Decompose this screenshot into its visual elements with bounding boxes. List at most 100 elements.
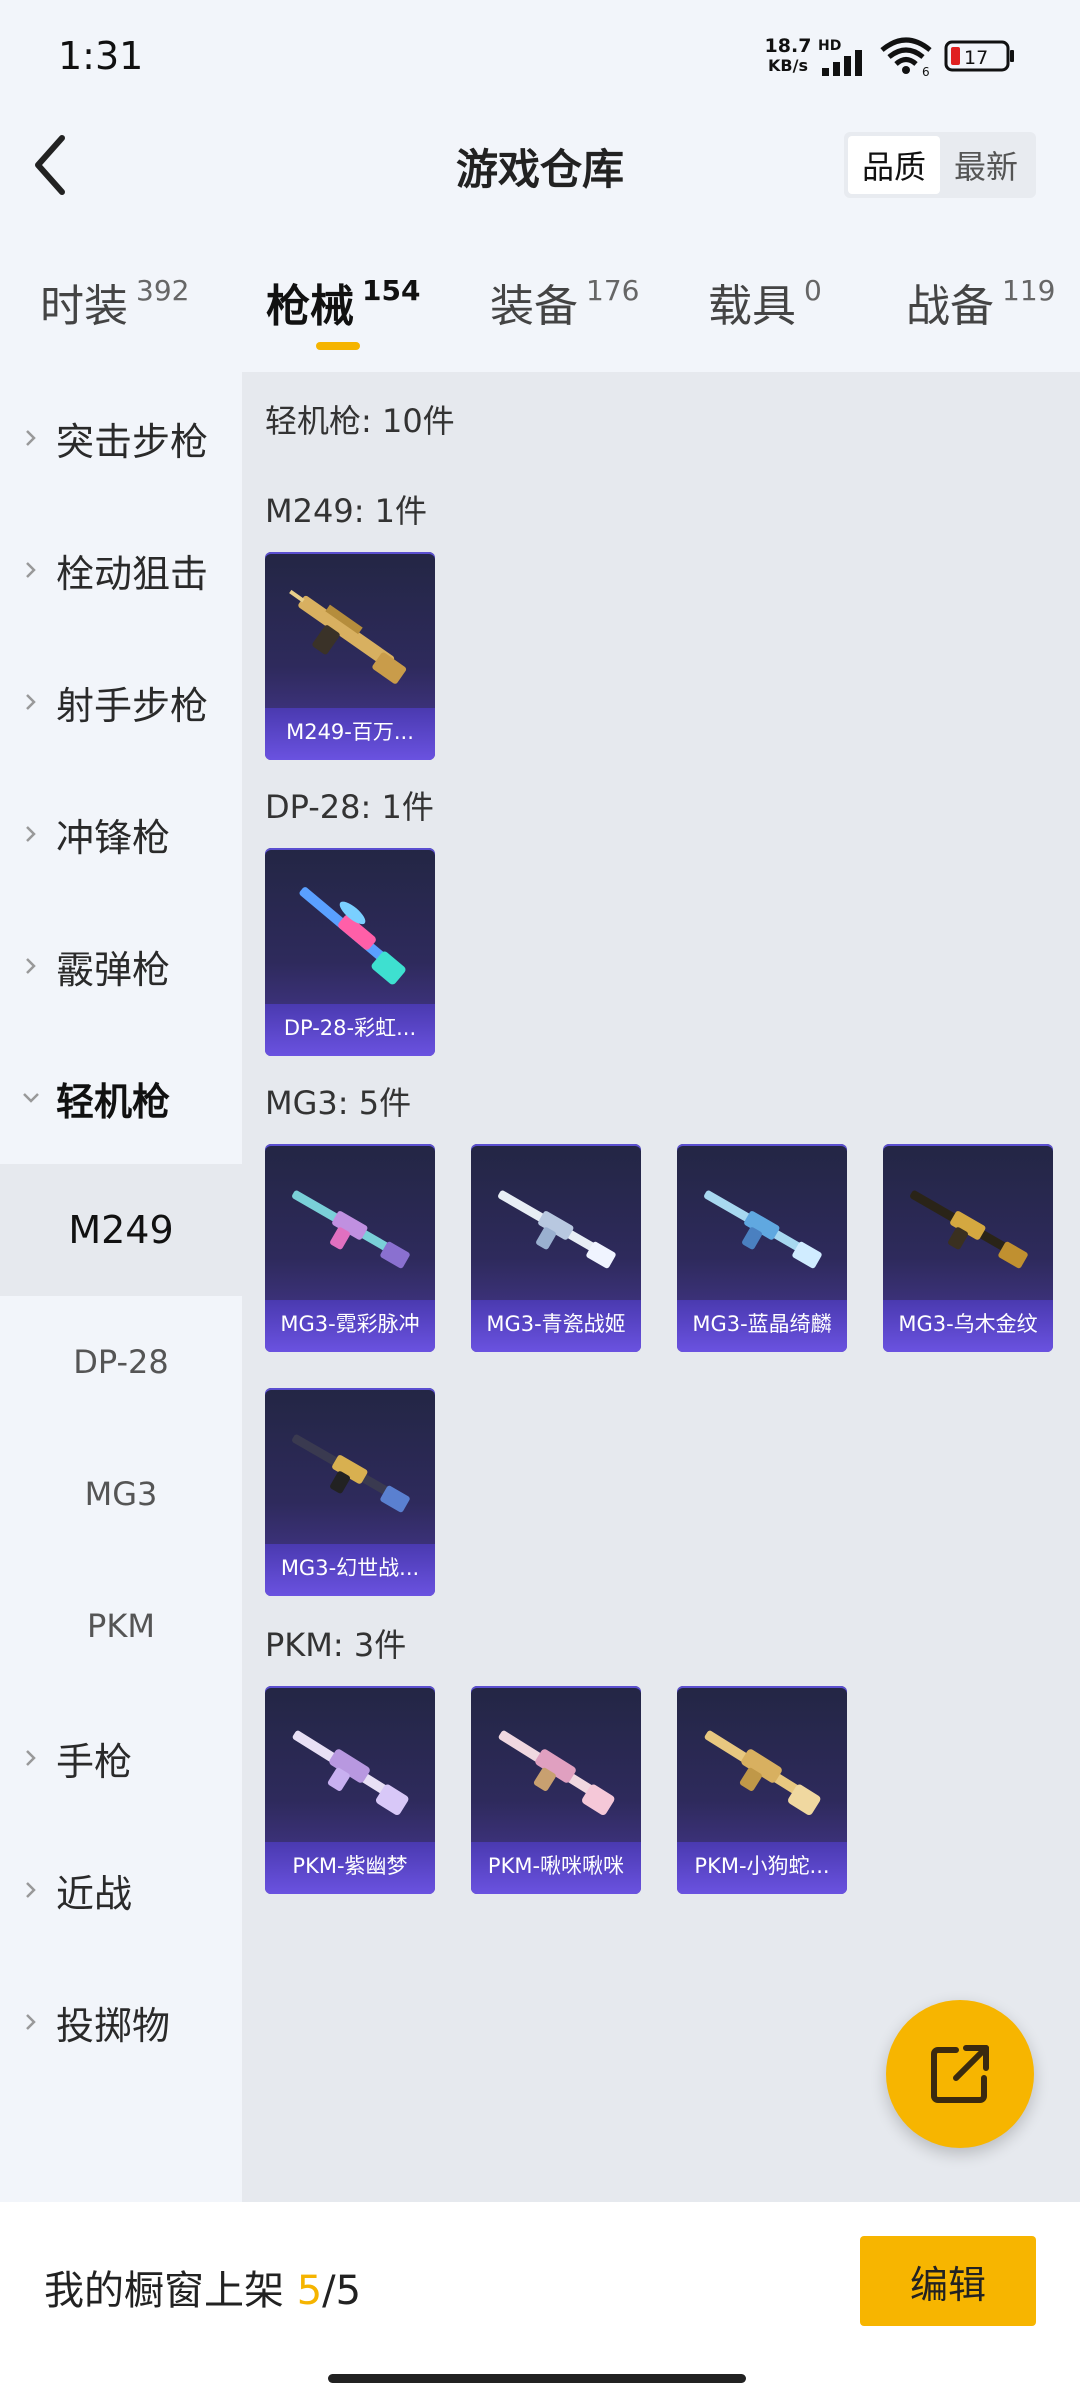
weapon-name: M249-百万...	[265, 708, 435, 760]
status-time: 1:31	[58, 34, 144, 78]
tab-firearms[interactable]: 枪械 154	[266, 270, 420, 334]
sidebar-subitem-m249[interactable]: M249	[0, 1164, 242, 1296]
sidebar-item-marksman-rifle[interactable]: 射手步枪	[0, 636, 242, 768]
home-indicator[interactable]	[328, 2374, 746, 2383]
sidebar-item-label: 射手步枪	[56, 683, 209, 728]
network-speed: 18.7 KB/s	[762, 36, 814, 76]
tab-equipment[interactable]: 装备 176	[490, 270, 639, 334]
sidebar-item-smg[interactable]: 冲锋枪	[0, 768, 242, 900]
shelf-total: /5	[322, 2268, 362, 2314]
tab-fashion[interactable]: 时装 392	[40, 270, 189, 334]
sidebar-item-pistol[interactable]: 手枪	[0, 1692, 242, 1824]
svg-text:6: 6	[922, 65, 930, 76]
sidebar-item-label: 近战	[56, 1871, 133, 1916]
weapon-name: MG3-霓彩脉冲	[265, 1300, 435, 1352]
sort-toggle: 品质 最新	[844, 132, 1036, 198]
network-speed-value: 18.7	[764, 35, 812, 57]
sidebar-item-label: 冲锋枪	[56, 815, 171, 860]
network-speed-unit: KB/s	[768, 56, 808, 75]
chevron-right-icon	[26, 958, 36, 974]
chevron-right-icon	[26, 562, 36, 578]
tab-supplies[interactable]: 战备 119	[906, 270, 1055, 334]
tab-count: 392	[136, 274, 190, 307]
m249-gun-icon	[289, 589, 407, 684]
signal-icon	[822, 50, 862, 76]
pkm-gun-icon	[704, 1730, 821, 1815]
sidebar-subitem-dp28[interactable]: DP-28	[0, 1296, 242, 1428]
sidebar-item-label: 栓动狙击	[56, 551, 209, 596]
sidebar-item-throwables[interactable]: 投掷物	[0, 1956, 242, 2088]
mg3-gun-icon	[498, 1190, 616, 1269]
weapon-card[interactable]: MG3-乌木金纹	[883, 1144, 1053, 1352]
tab-count: 176	[586, 274, 640, 307]
share-button[interactable]	[886, 2000, 1034, 2148]
group-title: MG3: 5件	[265, 1084, 412, 1122]
weapon-card[interactable]: MG3-幻世战...	[265, 1388, 435, 1596]
dp28-gun-icon	[299, 887, 406, 985]
chevron-right-icon	[26, 2014, 36, 2030]
header: 游戏仓库 品质 最新	[0, 110, 1080, 220]
chevron-down-icon	[23, 1093, 39, 1103]
weapon-name: MG3-蓝晶绮麟	[677, 1300, 847, 1352]
tab-label: 载具	[708, 281, 796, 332]
group-title: PKM: 3件	[265, 1626, 407, 1664]
mg3-gun-icon	[704, 1190, 822, 1269]
weapon-card[interactable]: PKM-小狗蛇...	[677, 1686, 847, 1894]
weapon-name: PKM-紫幽梦	[265, 1842, 435, 1894]
chevron-right-icon	[26, 430, 36, 446]
chevron-right-icon	[26, 826, 36, 842]
weapon-list: 轻机枪: 10件 M249: 1件 M249-百万... DP-28: 1件 D…	[242, 372, 1080, 2202]
tab-label: 装备	[490, 281, 578, 332]
sidebar-subitem-mg3[interactable]: MG3	[0, 1428, 242, 1560]
sidebar-item-label: 突击步枪	[56, 419, 209, 464]
bottom-bar: 我的橱窗上架 5/5 编辑	[0, 2202, 1080, 2400]
sidebar-item-shotgun[interactable]: 霰弹枪	[0, 900, 242, 1032]
tab-count: 119	[1002, 274, 1056, 307]
sidebar-item-label: 手枪	[56, 1739, 133, 1784]
weapon-card[interactable]: M249-百万...	[265, 552, 435, 760]
tab-count: 154	[362, 274, 421, 307]
chevron-right-icon	[26, 1882, 36, 1898]
weapon-card[interactable]: DP-28-彩虹...	[265, 848, 435, 1056]
weapon-name: PKM-啾咪啾咪	[471, 1842, 641, 1894]
sidebar-item-melee[interactable]: 近战	[0, 1824, 242, 1956]
svg-text:17: 17	[964, 47, 988, 69]
pkm-gun-icon	[292, 1730, 409, 1815]
sidebar-item-label: 霰弹枪	[56, 947, 171, 992]
tab-label: 枪械	[266, 281, 354, 332]
weapon-card[interactable]: MG3-蓝晶绮麟	[677, 1144, 847, 1352]
sort-by-quality[interactable]: 品质	[848, 136, 940, 194]
sidebar-item-label: 投掷物	[56, 2003, 171, 2048]
sort-by-newest[interactable]: 最新	[940, 136, 1032, 194]
tab-vehicles[interactable]: 载具 0	[708, 270, 822, 334]
pkm-gun-icon	[498, 1730, 615, 1815]
tab-label: 时装	[40, 281, 128, 332]
shelf-status: 我的橱窗上架 5/5	[44, 2258, 361, 2316]
active-tab-indicator	[316, 342, 360, 350]
weapon-card[interactable]: MG3-青瓷战姬	[471, 1144, 641, 1352]
sidebar-item-lmg[interactable]: 轻机枪	[0, 1032, 242, 1164]
weapon-name: MG3-幻世战...	[265, 1544, 435, 1596]
wifi-icon: 6	[880, 37, 932, 76]
battery-icon: 17	[944, 40, 1014, 72]
category-title: 轻机枪: 10件	[265, 402, 455, 440]
weapon-name: MG3-乌木金纹	[883, 1300, 1053, 1352]
mg3-gun-icon	[292, 1434, 410, 1513]
category-tabs: 时装 392 枪械 154 装备 176 载具 0 战备 119	[0, 250, 1080, 360]
chevron-right-icon	[26, 1750, 36, 1766]
weapon-name: DP-28-彩虹...	[265, 1004, 435, 1056]
weapon-card[interactable]: MG3-霓彩脉冲	[265, 1144, 435, 1352]
weapon-category-sidebar: 突击步枪 栓动狙击 射手步枪 冲锋枪 霰弹枪 轻机枪 M249 DP-28 MG…	[0, 372, 242, 2202]
weapon-card[interactable]: PKM-紫幽梦	[265, 1686, 435, 1894]
weapon-name: MG3-青瓷战姬	[471, 1300, 641, 1352]
edit-button[interactable]: 编辑	[860, 2236, 1036, 2326]
weapon-card[interactable]: PKM-啾咪啾咪	[471, 1686, 641, 1894]
mg3-gun-icon	[910, 1190, 1028, 1269]
group-title: DP-28: 1件	[265, 788, 434, 826]
group-title: M249: 1件	[265, 492, 428, 530]
weapon-name: PKM-小狗蛇...	[677, 1842, 847, 1894]
mg3-gun-icon	[292, 1190, 410, 1269]
sidebar-item-assault-rifle[interactable]: 突击步枪	[0, 372, 242, 504]
sidebar-subitem-pkm[interactable]: PKM	[0, 1560, 242, 1692]
sidebar-item-bolt-sniper[interactable]: 栓动狙击	[0, 504, 242, 636]
